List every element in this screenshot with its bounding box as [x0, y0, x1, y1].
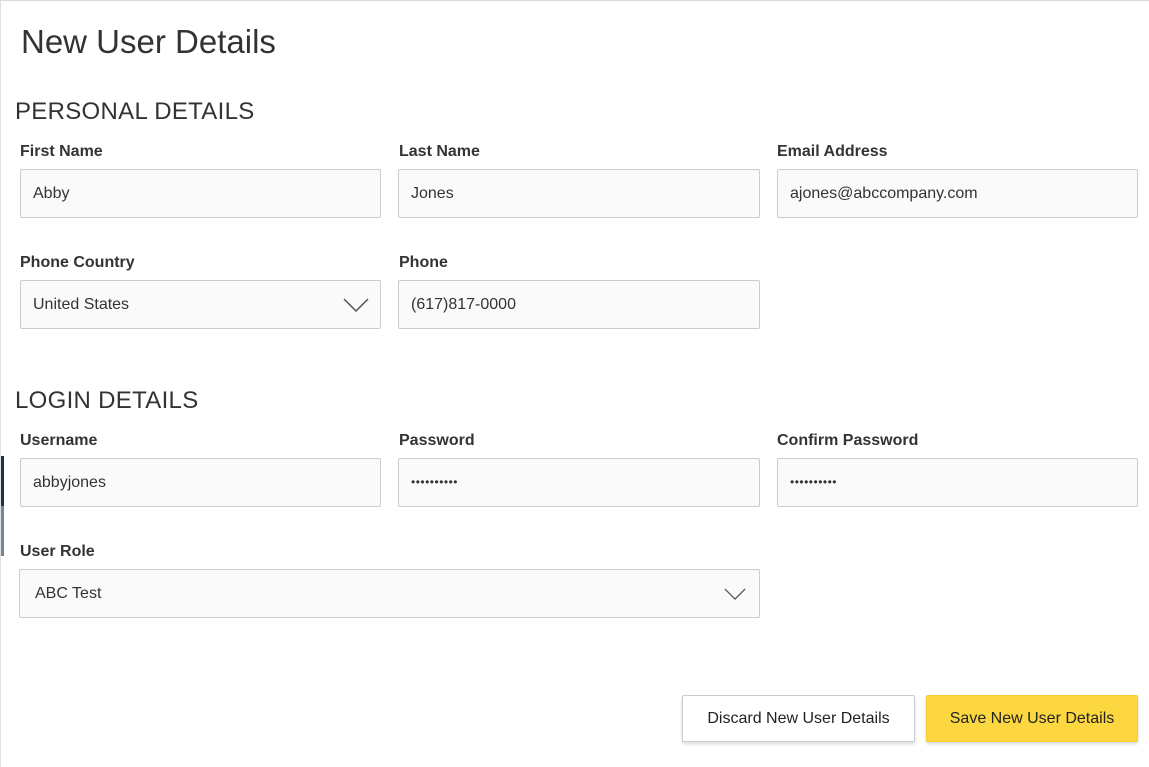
first-name-field[interactable]: Abby — [20, 169, 381, 218]
username-field[interactable]: abbyjones — [20, 458, 381, 507]
discard-button[interactable]: Discard New User Details — [682, 695, 915, 742]
password-label: Password — [399, 432, 475, 449]
email-field[interactable]: ajones@abccompany.com — [777, 169, 1138, 218]
new-user-form-page: New User Details PERSONAL DETAILS First … — [0, 0, 1149, 767]
last-name-field[interactable]: Jones — [398, 169, 760, 218]
confirm-password-field[interactable]: •••••••••• — [777, 458, 1138, 507]
chevron-down-icon — [343, 298, 369, 312]
phone-country-label: Phone Country — [20, 254, 135, 271]
user-role-select[interactable]: ABC Test — [19, 569, 760, 618]
phone-field[interactable]: (617)817-0000 — [398, 280, 760, 329]
sidebar-edge-lower — [1, 506, 4, 556]
phone-country-value: United States — [33, 296, 130, 313]
section-heading-personal: PERSONAL DETAILS — [15, 98, 255, 125]
chevron-down-icon — [724, 588, 746, 600]
save-button[interactable]: Save New User Details — [926, 695, 1138, 742]
confirm-password-label: Confirm Password — [777, 432, 919, 449]
password-field[interactable]: •••••••••• — [398, 458, 760, 507]
email-label: Email Address — [777, 143, 888, 160]
page-title: New User Details — [21, 23, 276, 60]
first-name-label: First Name — [20, 143, 103, 160]
phone-country-select[interactable]: United States — [20, 280, 381, 329]
user-role-value: ABC Test — [35, 585, 102, 602]
username-label: Username — [20, 432, 98, 449]
phone-label: Phone — [399, 254, 448, 271]
section-heading-login: LOGIN DETAILS — [15, 387, 199, 414]
last-name-label: Last Name — [399, 143, 480, 160]
sidebar-edge — [1, 456, 4, 556]
user-role-label: User Role — [20, 543, 95, 560]
